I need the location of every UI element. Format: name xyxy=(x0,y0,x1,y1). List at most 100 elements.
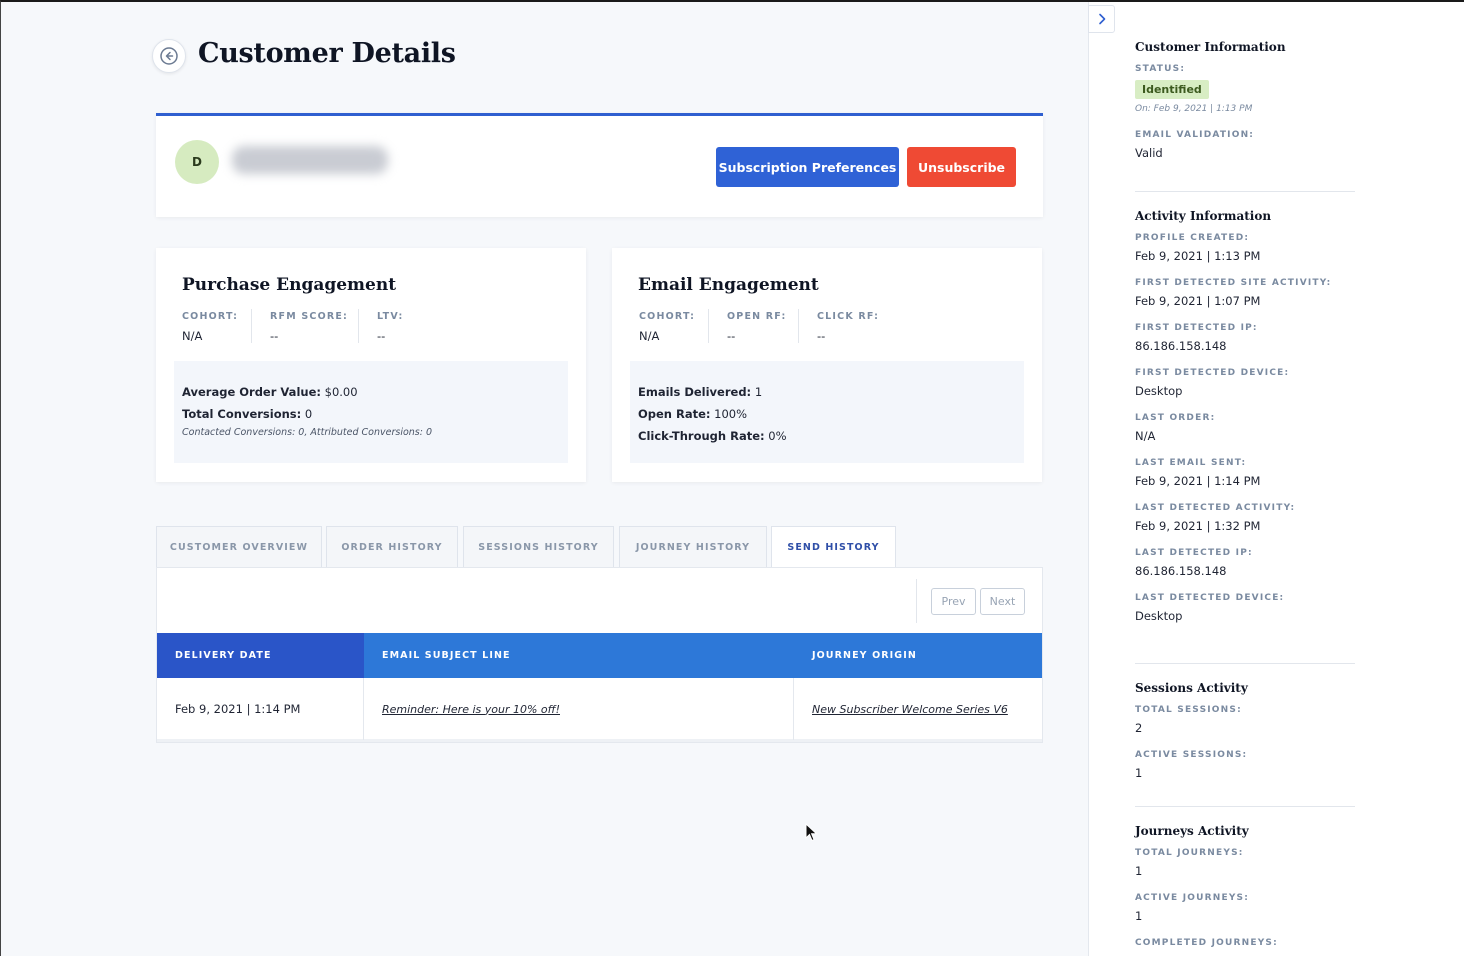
email-engagement-card: Email Engagement COHORT: N/A OPEN RF: --… xyxy=(612,248,1042,482)
tab-send-history[interactable]: SEND HISTORY xyxy=(771,526,896,568)
metric-label: COHORT: xyxy=(182,311,239,322)
divider xyxy=(708,309,709,343)
redacted-email xyxy=(232,146,388,174)
purchase-engagement-card: Purchase Engagement COHORT: N/A RFM SCOR… xyxy=(156,248,586,482)
email-open-rf-metric: OPEN RF: -- xyxy=(727,311,786,343)
info-value: 1 xyxy=(1135,864,1143,878)
info-value: 86.186.158.148 xyxy=(1135,564,1227,578)
info-label: ACTIVE JOURNEYS: xyxy=(1135,893,1250,903)
customer-information-section: Customer Information STATUS: Identified … xyxy=(1135,40,1355,160)
email-validation-label: EMAIL VALIDATION: xyxy=(1135,130,1255,140)
info-value: Feb 9, 2021 | 1:13 PM xyxy=(1135,249,1261,263)
email-validation-value: Valid xyxy=(1135,146,1163,160)
avatar: D xyxy=(175,140,219,184)
customer-sidebar: Customer Information STATUS: Identified … xyxy=(1088,2,1464,956)
send-history-panel: Prev Next DELIVERY DATE EMAIL SUBJECT LI… xyxy=(156,567,1043,743)
subscription-preferences-button[interactable]: Subscription Preferences xyxy=(716,147,899,187)
metric-value: -- xyxy=(270,329,279,343)
metric-label: RFM SCORE: xyxy=(270,311,349,322)
open-rate: Open Rate: 100% xyxy=(638,407,748,421)
info-value: N/A xyxy=(1135,429,1156,443)
email-subject-link[interactable]: Reminder: Here is your 10% off! xyxy=(364,678,794,740)
email-click-rf-metric: CLICK RF: -- xyxy=(817,311,879,343)
email-cohort-metric: COHORT: N/A xyxy=(639,311,695,343)
unsubscribe-button[interactable]: Unsubscribe xyxy=(907,147,1016,187)
main-content: Customer Details D Subscription Preferen… xyxy=(1,2,1088,956)
mouse-cursor-icon xyxy=(805,823,818,842)
arrow-left-circle-icon xyxy=(160,47,178,65)
sessions-activity-section: Sessions Activity TOTAL SESSIONS: 2 ACTI… xyxy=(1135,681,1355,780)
metric-label: CLICK RF: xyxy=(817,311,880,322)
info-value: Desktop xyxy=(1135,384,1183,398)
total-conversions: Total Conversions: 0 xyxy=(182,407,313,421)
info-value: 2 xyxy=(1135,721,1143,735)
metric-value: -- xyxy=(727,329,736,343)
info-label: FIRST DETECTED DEVICE: xyxy=(1135,368,1290,378)
section-title: Journeys Activity xyxy=(1135,824,1249,838)
divider xyxy=(358,309,359,343)
metric-value: -- xyxy=(377,329,386,343)
info-label: LAST ORDER: xyxy=(1135,413,1216,423)
metric-label: OPEN RF: xyxy=(727,311,787,322)
metric-value: -- xyxy=(817,329,826,343)
tab-sessions-history[interactable]: SESSIONS HISTORY xyxy=(463,526,614,567)
tab-journey-history[interactable]: JOURNEY HISTORY xyxy=(619,526,767,567)
journey-origin-link[interactable]: New Subscriber Welcome Series V6 xyxy=(794,678,1042,740)
info-value: 86.186.158.148 xyxy=(1135,339,1227,353)
journeys-activity-section: Journeys Activity TOTAL JOURNEYS: 1 ACTI… xyxy=(1135,824,1355,948)
info-label: LAST EMAIL SENT: xyxy=(1135,458,1247,468)
divider xyxy=(916,579,917,623)
purchase-engagement-title: Purchase Engagement xyxy=(182,275,397,295)
purchase-rfm-metric: RFM SCORE: -- xyxy=(270,311,348,343)
average-order-value: Average Order Value: $0.00 xyxy=(182,385,358,399)
info-label: LAST DETECTED ACTIVITY: xyxy=(1135,503,1296,513)
info-value: 1 xyxy=(1135,909,1143,923)
info-value: Feb 9, 2021 | 1:07 PM xyxy=(1135,294,1261,308)
divider xyxy=(251,309,252,343)
table-row: Feb 9, 2021 | 1:14 PM Reminder: Here is … xyxy=(157,678,1042,742)
conversions-note: Contacted Conversions: 0, Attributed Con… xyxy=(182,427,433,438)
divider xyxy=(1135,806,1355,807)
info-value: 1 xyxy=(1135,766,1143,780)
column-header-journey-origin[interactable]: JOURNEY ORIGIN xyxy=(794,633,1042,678)
profile-card: D Subscription Preferences Unsubscribe xyxy=(156,113,1043,217)
email-engagement-title: Email Engagement xyxy=(638,275,819,295)
metric-value: N/A xyxy=(639,329,660,343)
info-label: LAST DETECTED DEVICE: xyxy=(1135,593,1285,603)
tab-order-history[interactable]: ORDER HISTORY xyxy=(326,526,458,567)
column-header-email-subject[interactable]: EMAIL SUBJECT LINE xyxy=(364,633,794,678)
email-summary-box: Emails Delivered: 1 Open Rate: 100% Clic… xyxy=(630,361,1024,463)
divider xyxy=(1135,663,1355,664)
purchase-ltv-metric: LTV: -- xyxy=(377,311,404,343)
divider xyxy=(798,309,799,343)
info-label: COMPLETED JOURNEYS: xyxy=(1135,938,1278,948)
prev-button[interactable]: Prev xyxy=(931,588,976,615)
column-header-delivery-date[interactable]: DELIVERY DATE xyxy=(157,633,364,678)
table-header: DELIVERY DATE EMAIL SUBJECT LINE JOURNEY… xyxy=(157,633,1042,678)
chevron-right-icon xyxy=(1098,13,1105,25)
info-label: PROFILE CREATED: xyxy=(1135,233,1250,243)
section-title: Sessions Activity xyxy=(1135,681,1248,695)
info-value: Desktop xyxy=(1135,609,1183,623)
next-button[interactable]: Next xyxy=(980,588,1025,615)
info-label: TOTAL SESSIONS: xyxy=(1135,705,1242,715)
info-label: LAST DETECTED IP: xyxy=(1135,548,1253,558)
metric-label: COHORT: xyxy=(639,311,696,322)
collapse-sidebar-button[interactable] xyxy=(1088,5,1115,33)
section-title: Customer Information xyxy=(1135,40,1286,54)
click-through-rate: Click-Through Rate: 0% xyxy=(638,429,787,443)
info-label: FIRST DETECTED IP: xyxy=(1135,323,1258,333)
back-button[interactable] xyxy=(152,39,186,73)
metric-label: LTV: xyxy=(377,311,404,322)
tab-customer-overview[interactable]: CUSTOMER OVERVIEW xyxy=(156,526,322,567)
emails-delivered: Emails Delivered: 1 xyxy=(638,385,763,399)
status-badge: Identified xyxy=(1135,80,1209,99)
activity-information-section: Activity Information PROFILE CREATED: Fe… xyxy=(1135,209,1355,623)
delivery-date-cell: Feb 9, 2021 | 1:14 PM xyxy=(157,678,364,740)
info-label: TOTAL JOURNEYS: xyxy=(1135,848,1244,858)
info-label: FIRST DETECTED SITE ACTIVITY: xyxy=(1135,278,1332,288)
status-label: STATUS: xyxy=(1135,64,1186,74)
info-value: Feb 9, 2021 | 1:32 PM xyxy=(1135,519,1261,533)
info-label: ACTIVE SESSIONS: xyxy=(1135,750,1248,760)
purchase-summary-box: Average Order Value: $0.00 Total Convers… xyxy=(174,361,568,463)
